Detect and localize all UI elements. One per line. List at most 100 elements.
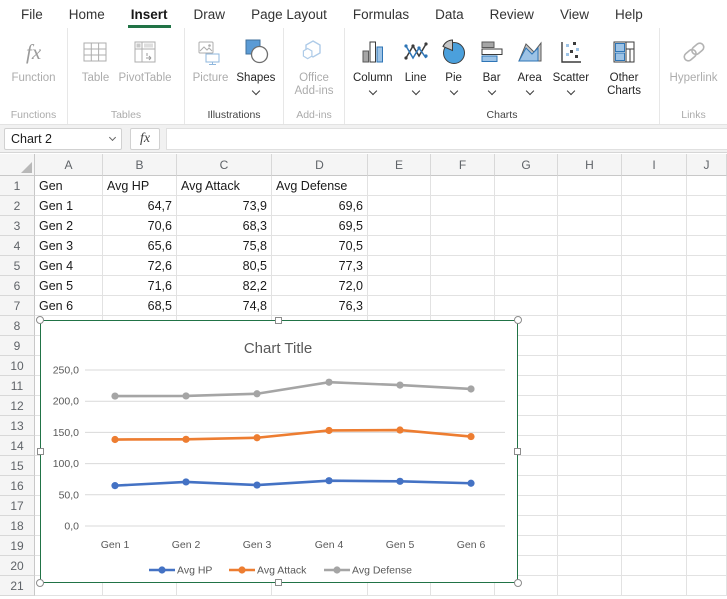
- cell-J10[interactable]: [687, 356, 727, 376]
- column-header-I[interactable]: I: [622, 154, 687, 176]
- scatter-chart-button[interactable]: Scatter: [549, 35, 593, 94]
- cell-A3[interactable]: Gen 2: [35, 216, 103, 236]
- cell-I19[interactable]: [622, 536, 687, 556]
- cell-H14[interactable]: [558, 436, 622, 456]
- cell-G1[interactable]: [495, 176, 558, 196]
- cell-F7[interactable]: [431, 296, 495, 316]
- tab-home[interactable]: Home: [56, 0, 118, 28]
- row-header-12[interactable]: 12: [0, 396, 35, 416]
- cell-H12[interactable]: [558, 396, 622, 416]
- chart-resize-handle-nw[interactable]: [36, 316, 44, 324]
- cell-H7[interactable]: [558, 296, 622, 316]
- cell-C1[interactable]: Avg Attack: [177, 176, 272, 196]
- cell-I13[interactable]: [622, 416, 687, 436]
- cell-B7[interactable]: 68,5: [103, 296, 177, 316]
- cell-J19[interactable]: [687, 536, 727, 556]
- cell-A2[interactable]: Gen 1: [35, 196, 103, 216]
- area-chart-button[interactable]: Area: [511, 35, 549, 94]
- cell-C3[interactable]: 68,3: [177, 216, 272, 236]
- cell-B1[interactable]: Avg HP: [103, 176, 177, 196]
- line-chart-button[interactable]: Line: [397, 35, 435, 94]
- row-header-16[interactable]: 16: [0, 476, 35, 496]
- tab-help[interactable]: Help: [602, 0, 656, 28]
- cell-J14[interactable]: [687, 436, 727, 456]
- name-box[interactable]: Chart 2: [4, 128, 122, 150]
- formula-input[interactable]: [166, 128, 727, 150]
- cell-B4[interactable]: 65,6: [103, 236, 177, 256]
- row-header-5[interactable]: 5: [0, 256, 35, 276]
- tab-insert[interactable]: Insert: [118, 0, 181, 28]
- cell-H4[interactable]: [558, 236, 622, 256]
- cell-F3[interactable]: [431, 216, 495, 236]
- cell-H16[interactable]: [558, 476, 622, 496]
- row-header-1[interactable]: 1: [0, 176, 35, 196]
- cell-G6[interactable]: [495, 276, 558, 296]
- chart-resize-handle-sw[interactable]: [36, 579, 44, 587]
- cell-E2[interactable]: [368, 196, 431, 216]
- cell-A6[interactable]: Gen 5: [35, 276, 103, 296]
- cell-I10[interactable]: [622, 356, 687, 376]
- row-header-17[interactable]: 17: [0, 496, 35, 516]
- cell-J8[interactable]: [687, 316, 727, 336]
- cell-G5[interactable]: [495, 256, 558, 276]
- cell-D4[interactable]: 70,5: [272, 236, 368, 256]
- column-chart-button[interactable]: Column: [349, 35, 397, 94]
- cell-G7[interactable]: [495, 296, 558, 316]
- row-header-3[interactable]: 3: [0, 216, 35, 236]
- cell-C4[interactable]: 75,8: [177, 236, 272, 256]
- cell-H21[interactable]: [558, 576, 622, 596]
- row-header-19[interactable]: 19: [0, 536, 35, 556]
- row-header-18[interactable]: 18: [0, 516, 35, 536]
- cell-G3[interactable]: [495, 216, 558, 236]
- cell-H8[interactable]: [558, 316, 622, 336]
- cell-H9[interactable]: [558, 336, 622, 356]
- cell-H19[interactable]: [558, 536, 622, 556]
- cell-F6[interactable]: [431, 276, 495, 296]
- insert-function-button[interactable]: fx: [130, 128, 160, 150]
- column-header-E[interactable]: E: [368, 154, 431, 176]
- chart-resize-handle-n[interactable]: [275, 317, 282, 324]
- column-header-G[interactable]: G: [495, 154, 558, 176]
- cell-H17[interactable]: [558, 496, 622, 516]
- cell-J17[interactable]: [687, 496, 727, 516]
- cell-I14[interactable]: [622, 436, 687, 456]
- cell-A7[interactable]: Gen 6: [35, 296, 103, 316]
- cell-H3[interactable]: [558, 216, 622, 236]
- pie-chart-button[interactable]: Pie: [435, 35, 473, 94]
- cell-I21[interactable]: [622, 576, 687, 596]
- chart-resize-handle-ne[interactable]: [514, 316, 522, 324]
- cell-J15[interactable]: [687, 456, 727, 476]
- tab-draw[interactable]: Draw: [181, 0, 239, 28]
- cell-H11[interactable]: [558, 376, 622, 396]
- cell-H5[interactable]: [558, 256, 622, 276]
- column-header-A[interactable]: A: [35, 154, 103, 176]
- cell-D1[interactable]: Avg Defense: [272, 176, 368, 196]
- tab-review[interactable]: Review: [477, 0, 547, 28]
- other-charts-button[interactable]: Other Charts: [593, 35, 655, 98]
- row-header-21[interactable]: 21: [0, 576, 35, 596]
- tab-data[interactable]: Data: [422, 0, 477, 28]
- cell-C2[interactable]: 73,9: [177, 196, 272, 216]
- cell-I18[interactable]: [622, 516, 687, 536]
- cell-I6[interactable]: [622, 276, 687, 296]
- cell-J11[interactable]: [687, 376, 727, 396]
- cell-B5[interactable]: 72,6: [103, 256, 177, 276]
- cell-J12[interactable]: [687, 396, 727, 416]
- cell-I7[interactable]: [622, 296, 687, 316]
- cell-F2[interactable]: [431, 196, 495, 216]
- cell-J1[interactable]: [687, 176, 727, 196]
- row-header-4[interactable]: 4: [0, 236, 35, 256]
- cell-E4[interactable]: [368, 236, 431, 256]
- cell-D3[interactable]: 69,5: [272, 216, 368, 236]
- cell-J7[interactable]: [687, 296, 727, 316]
- row-header-2[interactable]: 2: [0, 196, 35, 216]
- cell-J6[interactable]: [687, 276, 727, 296]
- select-all-button[interactable]: [0, 154, 35, 176]
- cell-H13[interactable]: [558, 416, 622, 436]
- cell-E7[interactable]: [368, 296, 431, 316]
- cell-H6[interactable]: [558, 276, 622, 296]
- cell-H2[interactable]: [558, 196, 622, 216]
- cell-I11[interactable]: [622, 376, 687, 396]
- row-header-10[interactable]: 10: [0, 356, 35, 376]
- shapes-button[interactable]: Shapes: [232, 35, 279, 94]
